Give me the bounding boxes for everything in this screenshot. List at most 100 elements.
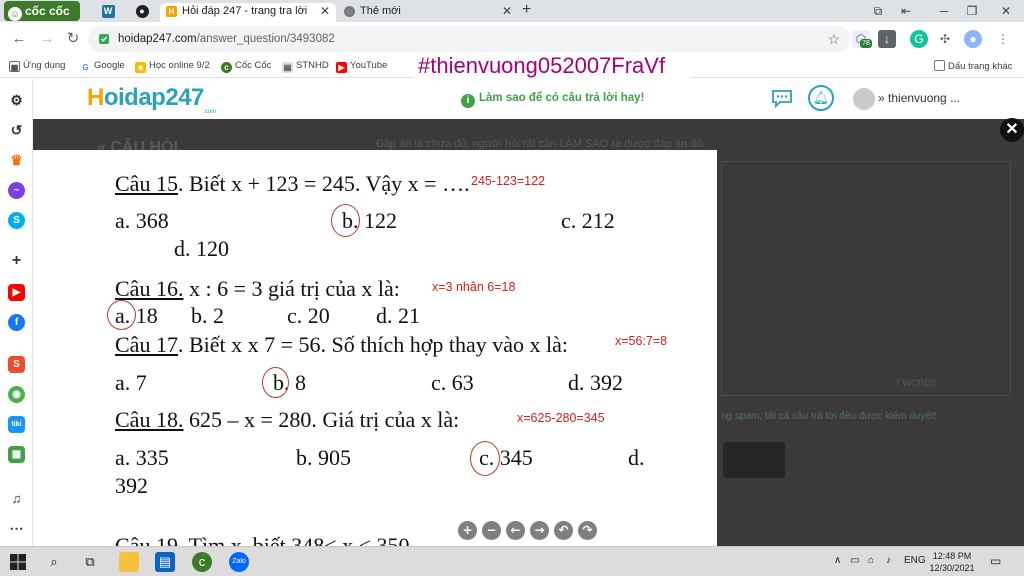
profile-avatar-icon[interactable]: ●	[964, 30, 982, 48]
zoom-out-icon[interactable]: −	[482, 521, 501, 540]
zalo-icon[interactable]: Zalo	[229, 552, 249, 572]
extensions-puzzle-icon[interactable]: ✣	[936, 30, 954, 48]
next-arrow-icon[interactable]: →	[530, 521, 549, 540]
answer-editor	[721, 161, 1011, 396]
tray-volume-icon[interactable]: ♪	[886, 555, 891, 566]
answer-note-17: x=56:7=8	[615, 334, 668, 348]
rotate-right-icon[interactable]: ↷	[578, 521, 597, 540]
option-17d: d. 392	[568, 370, 623, 395]
tab-new-tab[interactable]: ◌ Thẻ mới ✕	[338, 3, 518, 22]
file-explorer-icon[interactable]	[119, 552, 139, 572]
coccoc-logo-icon: ☺	[8, 7, 22, 21]
bookmark-google[interactable]: G Google	[80, 60, 125, 73]
back-arrow-icon[interactable]: ←	[8, 28, 30, 50]
bookmark-hoc-online[interactable]: ■ Học online 9/2	[135, 60, 210, 73]
language-indicator[interactable]: ENG	[904, 555, 926, 566]
crown-icon[interactable]: ♛	[8, 152, 25, 169]
new-tab-plus-icon[interactable]: +	[522, 1, 531, 19]
tray-device-icon[interactable]: ▭	[850, 555, 859, 566]
option-15c: c. 212	[561, 208, 615, 233]
minimize-icon[interactable]: ─	[934, 2, 954, 20]
add-plus-icon[interactable]: +	[8, 252, 25, 269]
history-icon[interactable]: ↺	[8, 122, 25, 139]
coccoc-menu-button[interactable]: ☺ cốc cốc	[4, 1, 80, 21]
shopee-icon[interactable]: S	[8, 356, 25, 373]
hashtag-overlay-text: #thienvuong052007FraVf	[414, 52, 690, 80]
windows-taskbar: ⌕ ⧉ ▤ c Zalo ∧ ▭ ⌂ ♪ ENG 12:48 PM 12/30/…	[0, 546, 1024, 576]
grammarly-icon[interactable]: G	[910, 30, 928, 48]
bookmark-label: STNHD	[296, 60, 329, 71]
tray-network-icon[interactable]: ⌂	[868, 555, 874, 566]
submit-answer-button	[723, 442, 785, 478]
document-icon: ▤	[282, 62, 293, 73]
howto-link[interactable]: i Làm sao để có câu trả lời hay!	[461, 92, 644, 108]
task-view-icon[interactable]: ⧉	[80, 552, 100, 572]
tiki-icon[interactable]: tiki	[8, 416, 25, 433]
media-icon: ●	[135, 5, 149, 18]
rotate-left-icon[interactable]: ↶	[554, 521, 573, 540]
download-icon[interactable]: ↓	[878, 30, 896, 48]
tab-hoidap247[interactable]: H Hỏi đáp 247 - trang tra lời ✕	[160, 3, 336, 22]
notification-bell-icon[interactable]: 🔔︎	[808, 85, 834, 111]
question-16: Câu 16. x : 6 = 3 giá trị của x là:	[115, 276, 400, 301]
user-menu[interactable]: » thienvuong ...	[878, 91, 960, 105]
hoidap247-logo[interactable]: Hoidap247	[87, 84, 204, 112]
option-16d: d. 21	[376, 303, 420, 328]
answer-note-18: x=625-280=345	[517, 411, 605, 425]
close-tab-icon[interactable]: ✕	[502, 3, 512, 20]
facebook-icon[interactable]: f	[8, 314, 25, 331]
bookmark-other[interactable]: Dấu trang khác	[934, 60, 1012, 72]
reload-icon[interactable]: ↻	[62, 28, 84, 50]
forward-arrow-icon[interactable]: →	[36, 28, 58, 50]
option-15d: d. 120	[174, 236, 229, 261]
close-window-icon[interactable]: ✕	[996, 2, 1016, 20]
settings-gear-icon[interactable]: ⚙	[8, 92, 25, 109]
bookmark-stnhd[interactable]: ▤ STNHD	[282, 60, 329, 73]
close-viewer-icon[interactable]: ✕	[1000, 118, 1024, 142]
circle-mark-17	[262, 367, 289, 398]
notification-bell-icon[interactable]: ♫	[8, 490, 25, 507]
circle-mark-15	[331, 204, 360, 237]
zoom-in-icon[interactable]: +	[458, 521, 477, 540]
tab-search-icon[interactable]: ⧉	[868, 2, 888, 20]
bookmark-label: Dấu trang khác	[948, 61, 1013, 72]
bookmark-label: Ứng dụng	[23, 60, 66, 71]
bookmark-apps[interactable]: ▦ Ứng dụng	[9, 60, 65, 72]
search-icon[interactable]: ⌕	[44, 552, 64, 572]
google-icon: G	[80, 62, 91, 73]
more-dots-icon[interactable]: ⋯	[8, 520, 25, 537]
bookmark-youtube[interactable]: ▶ YouTube	[336, 60, 387, 73]
messenger-icon[interactable]: ~	[8, 182, 25, 199]
store-icon[interactable]: ▤	[155, 552, 175, 572]
coccoc-taskbar-icon[interactable]: c	[192, 552, 212, 572]
tray-chevron-icon[interactable]: ∧	[834, 555, 841, 566]
close-tab-icon[interactable]: ✕	[320, 3, 330, 20]
windows-start-icon[interactable]	[8, 552, 28, 572]
menu-kebab-icon[interactable]: ⋮	[994, 30, 1012, 48]
circle-mark-18	[470, 441, 500, 476]
clock-time: 12:48 PM	[932, 551, 972, 561]
game-icon[interactable]: ◉	[8, 386, 25, 403]
brand-label: cốc cốc	[25, 4, 70, 18]
system-clock[interactable]: 12:48 PM 12/30/2021	[926, 550, 978, 574]
pinned-tab-media[interactable]: ●	[128, 3, 156, 20]
restore-icon[interactable]: ❐	[962, 2, 982, 20]
user-avatar[interactable]	[853, 88, 875, 110]
previous-arrow-icon[interactable]: ←	[506, 521, 525, 540]
bookmark-coccoc[interactable]: c Cốc Cốc	[221, 60, 271, 73]
chat-bubble-icon[interactable]	[771, 88, 793, 108]
address-bar[interactable]: hoidap247.com/answer_question/3493082 ☆	[88, 26, 850, 52]
answer-note-15: 245-123=122	[471, 174, 546, 188]
pin-icon[interactable]: ⇤	[896, 2, 916, 20]
browser-sidebar: ⚙ ↺ ♛ ~ S + ▶ f S ◉ tiki ▦ ♫ ⋯	[0, 79, 33, 546]
pinned-tab-wordpress[interactable]: W	[94, 3, 122, 20]
option-18b: b. 905	[296, 445, 351, 470]
option-17c: c. 63	[431, 370, 474, 395]
sheet-icon[interactable]: ▦	[8, 446, 25, 463]
question-15: Câu 15. Biết x + 123 = 245. Vậy x = ….	[115, 171, 470, 196]
image-viewer: Câu 15. Biết x + 123 = 245. Vậy x = …. 2…	[33, 150, 717, 546]
notification-center-icon[interactable]: ▭	[990, 554, 1001, 568]
bookmark-star-icon[interactable]: ☆	[827, 26, 840, 52]
youtube-icon[interactable]: ▶	[8, 284, 25, 301]
skype-icon[interactable]: S	[8, 212, 25, 229]
